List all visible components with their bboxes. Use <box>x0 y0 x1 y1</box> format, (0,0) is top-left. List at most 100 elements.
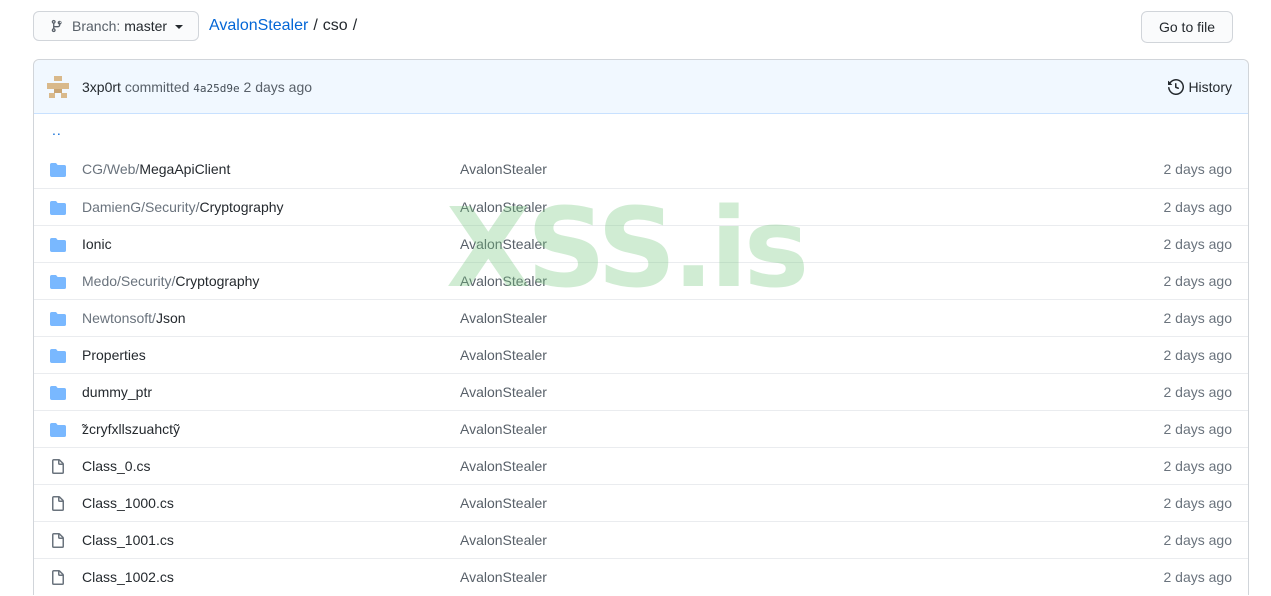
branch-select-button[interactable]: Branch: master <box>33 11 199 41</box>
commit-age: 2 days ago <box>1163 161 1233 177</box>
commit-age: 2 days ago <box>1163 236 1233 252</box>
breadcrumb-current-dir: cso <box>322 17 348 34</box>
item-name: Class_1002.cs <box>82 569 174 585</box>
history-label: History <box>1188 79 1232 95</box>
directory-row[interactable]: Ionic AvalonStealer 2 days ago <box>34 225 1248 262</box>
path-prefix: Newtonsoft/ <box>82 310 156 326</box>
path-prefix: Medo/Security/ <box>82 273 176 289</box>
commit-message-link[interactable]: AvalonStealer <box>460 236 547 252</box>
commit-message-link[interactable]: AvalonStealer <box>460 458 547 474</box>
avatar[interactable] <box>47 76 69 98</box>
commit-time: 2 days ago <box>243 79 313 95</box>
commit-age: 2 days ago <box>1163 421 1233 437</box>
directory-link[interactable]: Ionic <box>82 236 112 252</box>
file-browser: 3xp0rt committed 4a25d9e 2 days ago Hist… <box>33 59 1249 595</box>
chevron-down-icon <box>175 25 184 29</box>
directory-row[interactable]: DamienG/Security/Cryptography AvalonSteal… <box>34 188 1248 225</box>
directory-link[interactable]: Newtonsoft/Json <box>82 310 186 326</box>
parent-dir-link[interactable]: .. <box>52 122 62 138</box>
commit-age: 2 days ago <box>1163 384 1233 400</box>
directory-row[interactable]: ̃zcryfxllszuahctỹ AvalonStealer 2 days ag… <box>34 410 1248 447</box>
commit-message-link[interactable]: AvalonStealer <box>460 199 547 215</box>
item-name: Class_0.cs <box>82 458 151 474</box>
parent-dir-row[interactable]: .. <box>34 114 1248 151</box>
folder-icon <box>50 385 66 401</box>
file-row[interactable]: Class_0.cs AvalonStealer 2 days ago <box>34 447 1248 484</box>
commit-message-link[interactable]: AvalonStealer <box>460 532 547 548</box>
item-name: Json <box>155 310 186 326</box>
item-name: Properties <box>82 347 146 363</box>
history-icon <box>1168 79 1185 95</box>
item-name: MegaApiClient <box>139 161 231 177</box>
file-row[interactable]: Class_1000.cs AvalonStealer 2 days ago <box>34 484 1248 521</box>
file-link[interactable]: Class_1000.cs <box>82 495 174 511</box>
directory-link[interactable]: Properties <box>82 347 146 363</box>
file-link[interactable]: Class_0.cs <box>82 458 150 474</box>
directory-link[interactable]: dummy_ptr <box>82 384 152 400</box>
breadcrumb: AvalonStealer / cso / <box>209 17 362 35</box>
path-prefix: DamienG/Security/ <box>82 199 200 215</box>
item-name: Class_1000.cs <box>82 495 174 511</box>
commit-age: 2 days ago <box>1163 495 1233 511</box>
commit-message-link[interactable]: AvalonStealer <box>460 310 547 326</box>
commit-message-link[interactable]: AvalonStealer <box>460 569 547 585</box>
directory-row[interactable]: Properties AvalonStealer 2 days ago <box>34 336 1248 373</box>
file-row[interactable]: Class_1001.cs AvalonStealer 2 days ago <box>34 521 1248 558</box>
commit-message-link[interactable]: AvalonStealer <box>460 347 547 363</box>
directory-link[interactable]: Medo/Security/Cryptography <box>82 273 259 289</box>
item-name: Ionic <box>82 236 112 252</box>
branch-label: Branch: <box>72 18 121 34</box>
commit-age: 2 days ago <box>1163 347 1233 363</box>
directory-link[interactable]: CG/Web/MegaApiClient <box>82 161 230 177</box>
item-name: Class_1001.cs <box>82 532 174 548</box>
top-bar: Branch: master AvalonStealer / cso / Go to … <box>33 11 1241 43</box>
directory-row[interactable]: Medo/Security/Cryptography AvalonStealer 2… <box>34 262 1248 299</box>
commit-age: 2 days ago <box>1163 569 1233 585</box>
commit-message-link[interactable]: AvalonStealer <box>460 273 547 289</box>
folder-icon <box>50 274 66 290</box>
folder-icon <box>50 348 66 364</box>
item-name: ̃zcryfxllszuahctỹ <box>82 421 181 437</box>
branch-value: master <box>124 18 168 34</box>
history-link[interactable]: History <box>1168 79 1232 95</box>
file-icon <box>50 533 66 549</box>
commit-age: 2 days ago <box>1163 273 1233 289</box>
file-icon <box>50 496 66 512</box>
commit-message-link[interactable]: AvalonStealer <box>460 161 547 177</box>
directory-row[interactable]: Newtonsoft/Json AvalonStealer 2 days ago <box>34 299 1248 336</box>
git-branch-icon <box>51 19 62 33</box>
directory-link[interactable]: ̃zcryfxllszuahctỹ <box>82 421 180 437</box>
commit-message-link[interactable]: AvalonStealer <box>460 495 547 511</box>
breadcrumb-separator: / <box>352 17 358 34</box>
folder-icon <box>50 162 66 178</box>
file-link[interactable]: Class_1001.cs <box>82 532 174 548</box>
directory-row[interactable]: CG/Web/MegaApiClient AvalonStealer 2 days … <box>34 151 1248 188</box>
go-to-file-button[interactable]: Go to file <box>1141 11 1233 43</box>
latest-commit-bar: 3xp0rt committed 4a25d9e 2 days ago Hist… <box>34 60 1248 114</box>
commit-age: 2 days ago <box>1163 532 1233 548</box>
breadcrumb-repo-link[interactable]: AvalonStealer <box>209 17 308 34</box>
item-name: Cryptography <box>199 199 284 215</box>
commit-sha-link[interactable]: 4a25d9e <box>193 82 239 95</box>
folder-icon <box>50 311 66 327</box>
breadcrumb-separator: / <box>313 17 318 34</box>
file-link[interactable]: Class_1002.cs <box>82 569 174 585</box>
commit-summary: 3xp0rt committed 4a25d9e 2 days ago <box>82 79 312 95</box>
commit-verb: committed <box>124 79 190 95</box>
item-name: Cryptography <box>175 273 260 289</box>
directory-link[interactable]: DamienG/Security/Cryptography <box>82 199 284 215</box>
folder-icon <box>50 237 66 253</box>
commit-age: 2 days ago <box>1163 199 1233 215</box>
commit-message-link[interactable]: AvalonStealer <box>460 384 547 400</box>
path-prefix: CG/Web/ <box>82 161 140 177</box>
file-row[interactable]: Class_1002.cs AvalonStealer 2 days ago <box>34 558 1248 595</box>
commit-age: 2 days ago <box>1163 310 1233 326</box>
folder-icon <box>50 200 66 216</box>
file-list: CG/Web/MegaApiClient AvalonStealer 2 days … <box>34 151 1248 595</box>
item-name: dummy_ptr <box>82 384 153 400</box>
directory-row[interactable]: dummy_ptr AvalonStealer 2 days ago <box>34 373 1248 410</box>
commit-author-link[interactable]: 3xp0rt <box>82 79 121 95</box>
folder-icon <box>50 422 66 438</box>
commit-message-link[interactable]: AvalonStealer <box>460 421 547 437</box>
file-icon <box>50 570 66 586</box>
